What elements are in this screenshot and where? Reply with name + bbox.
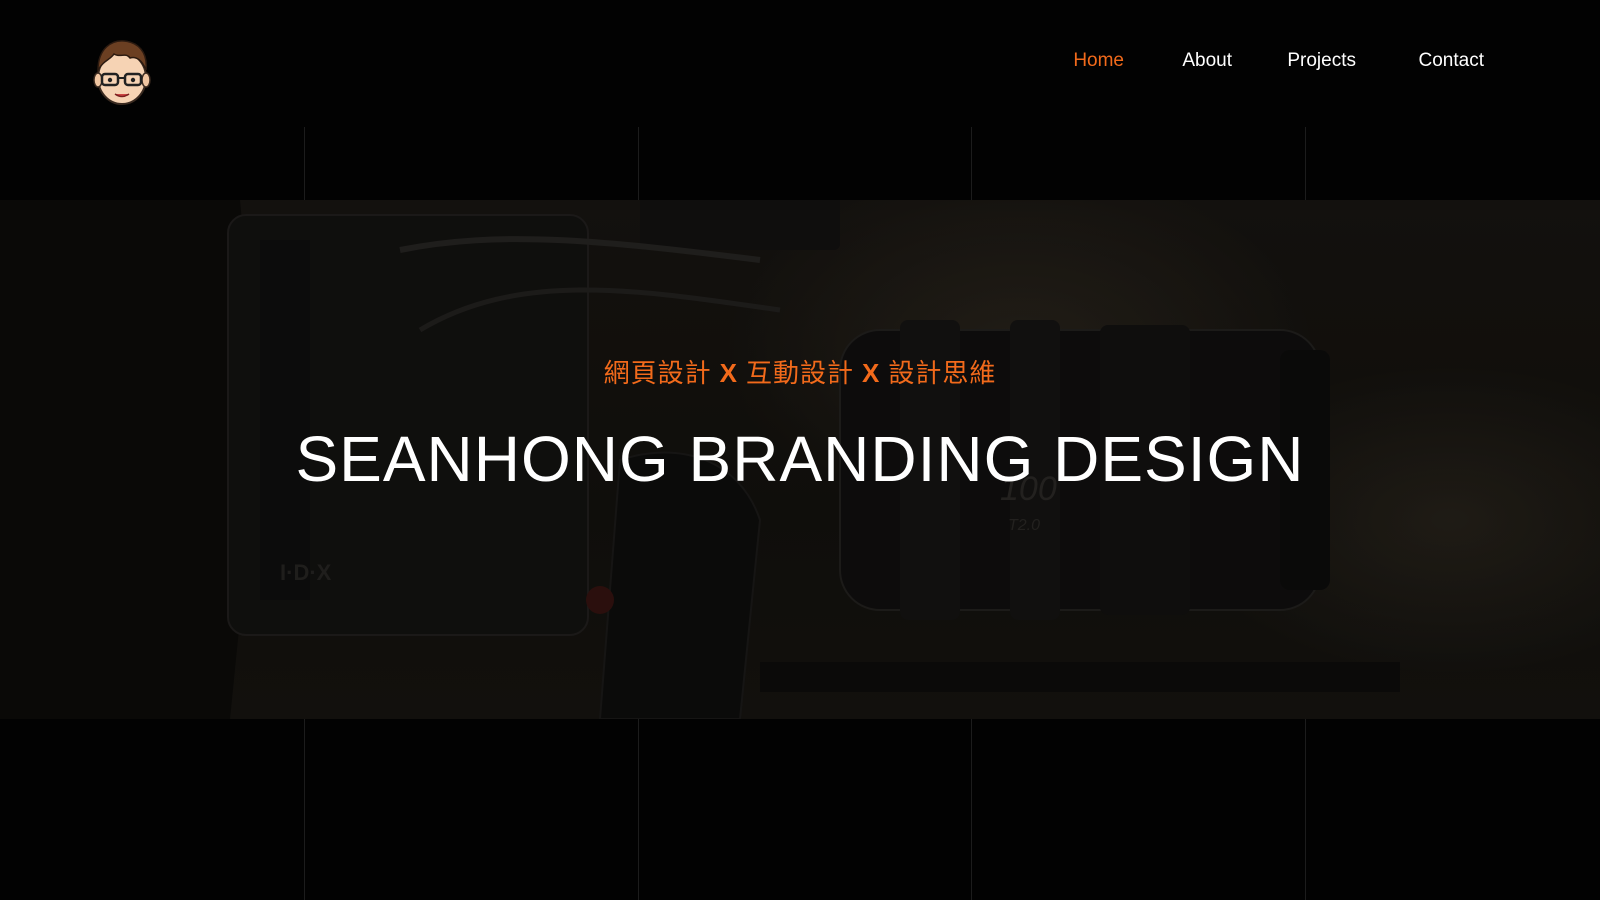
subtitle-part: 設計思維 [888,358,997,388]
hero-banner: 100 T2.0 I·D·X 網頁設計 X 互動設計 X 設計思維 SEANHONG B… [0,200,1600,719]
nav-contact[interactable]: Contact [1419,50,1484,72]
subtitle-part: 互動設計 [745,358,854,388]
logo-avatar-icon[interactable] [90,36,154,108]
hero-subtitle: 網頁設計 X 互動設計 X 設計思維 [0,353,1600,390]
nav-projects[interactable]: Projects [1287,50,1356,72]
hero-title: SEANHONG BRANDING DESIGN [295,423,1305,495]
subtitle-separator: X [862,358,881,388]
subtitle-separator: X [719,358,738,388]
nav-about[interactable]: About [1182,50,1232,72]
nav-home[interactable]: Home [1073,50,1124,72]
site-header: Home About Projects Contact [0,0,1600,127]
subtitle-part: 網頁設計 [603,358,712,388]
